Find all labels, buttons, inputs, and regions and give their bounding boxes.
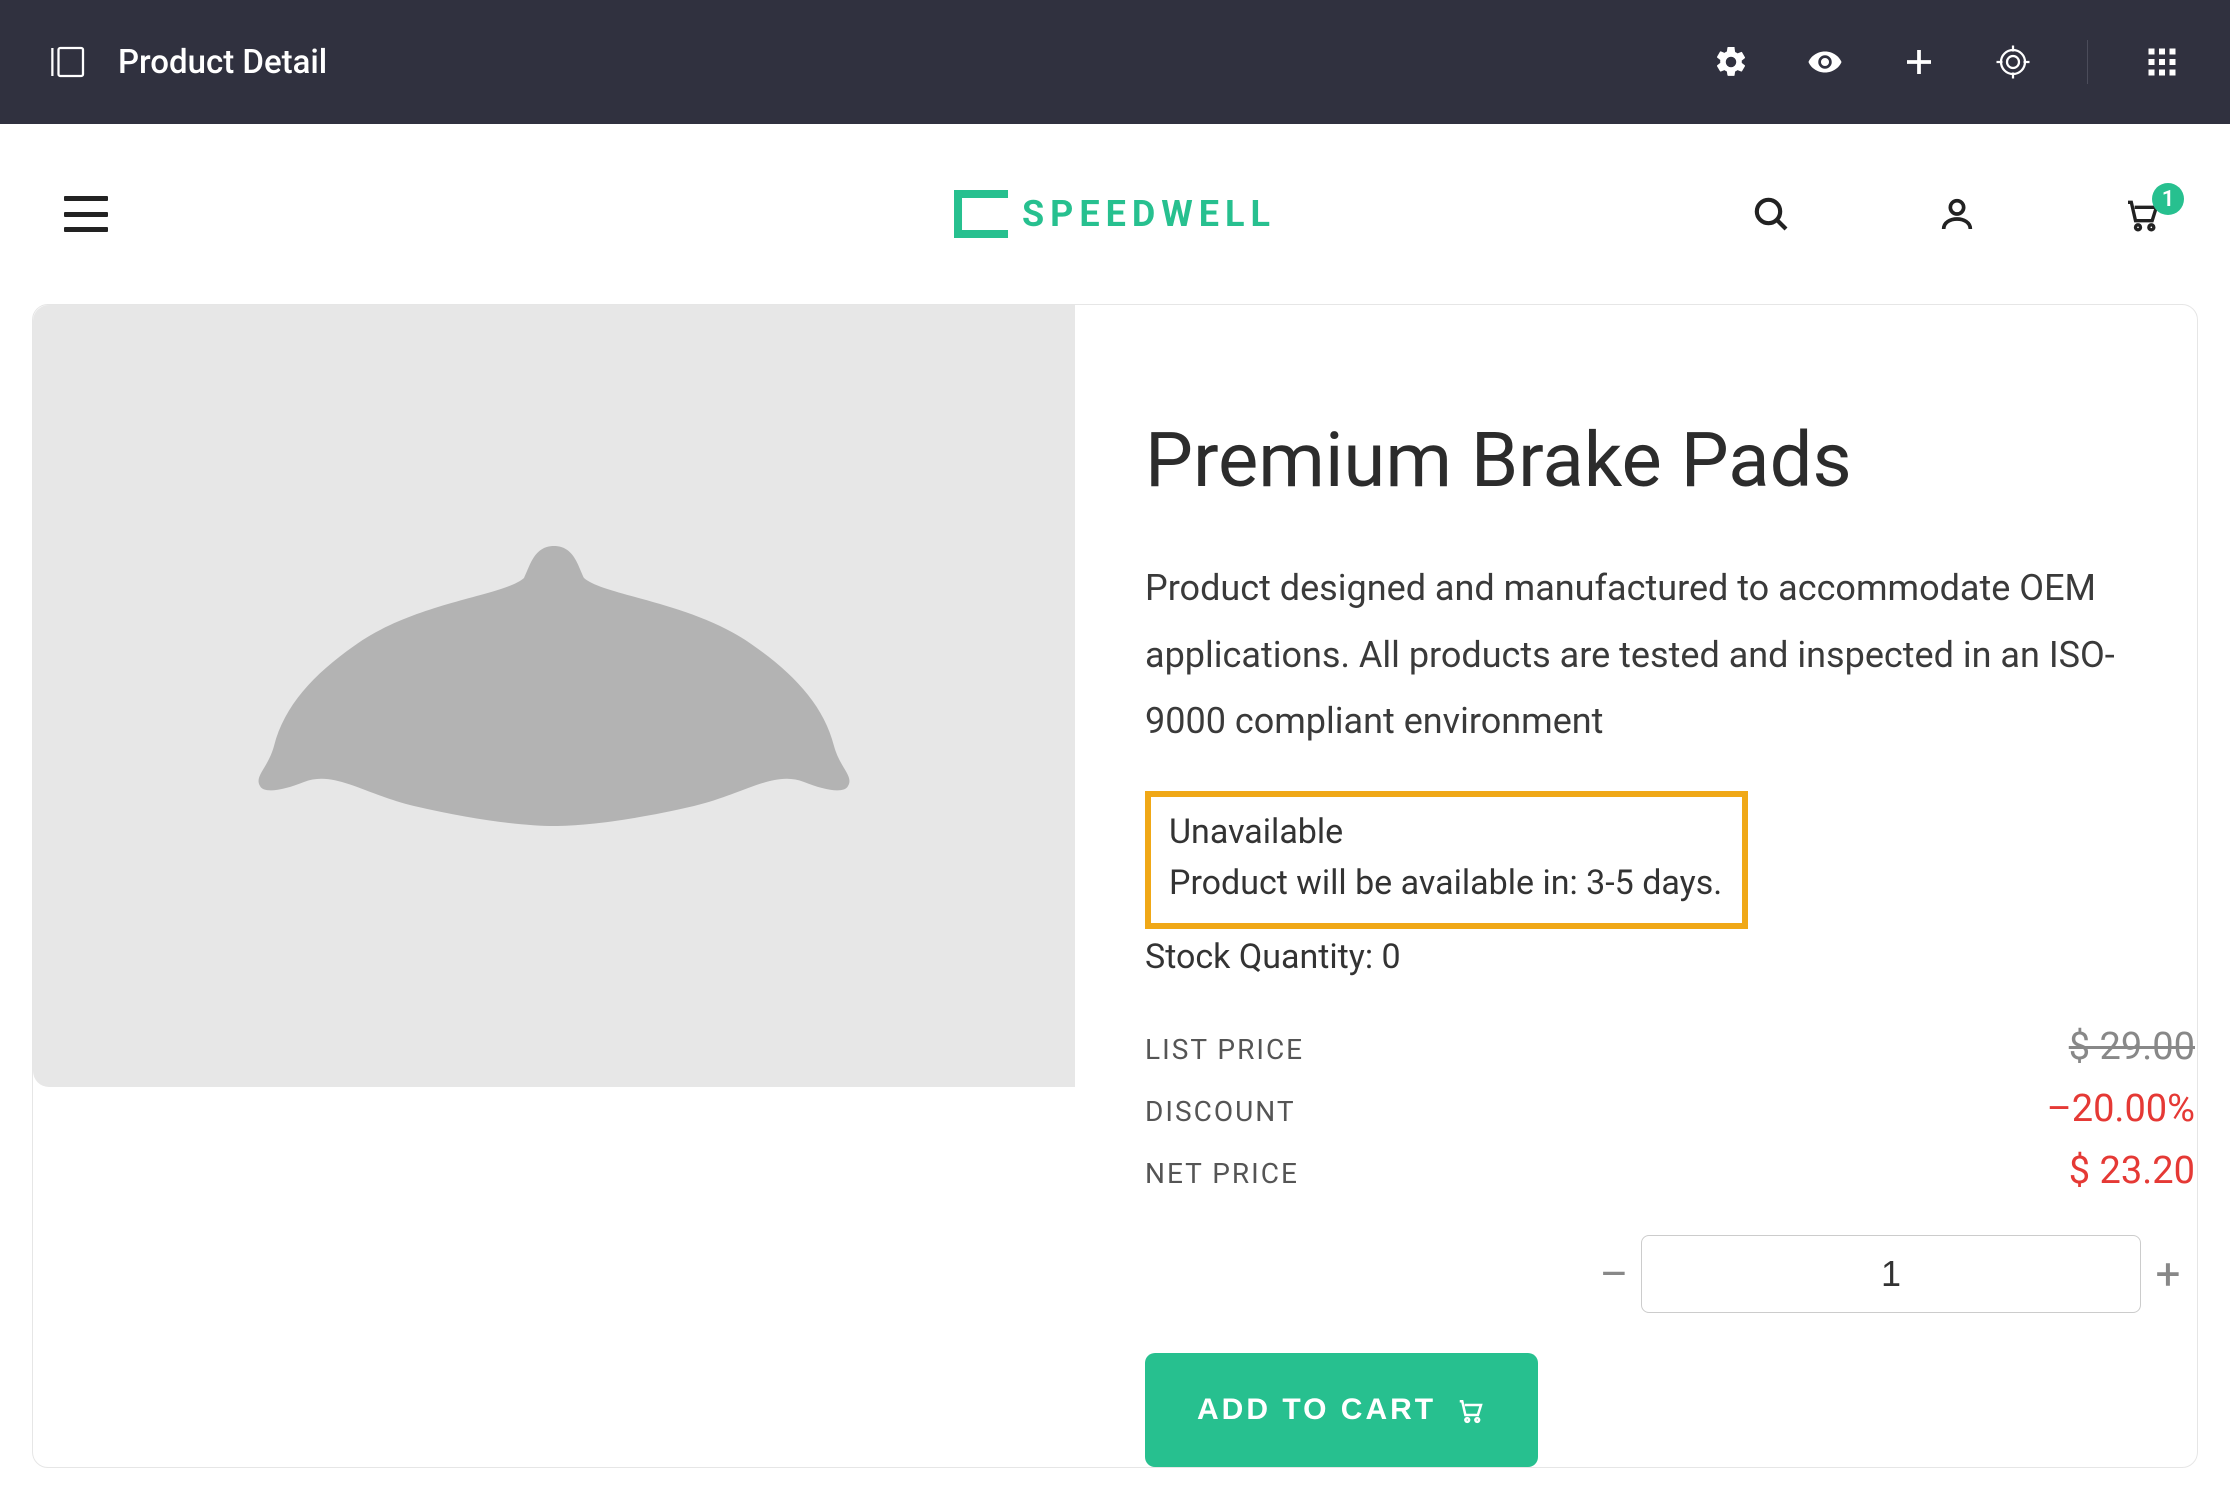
admin-bar: Product Detail [0, 0, 2230, 124]
availability-eta: Product will be available in: 3-5 days. [1169, 858, 1722, 909]
site-header: SPEEDWELL 1 [0, 124, 2230, 304]
net-price-label: NET PRICE [1145, 1157, 1299, 1190]
list-price-label: LIST PRICE [1145, 1033, 1304, 1066]
brand-mark-icon [954, 190, 1008, 238]
list-price-value: $ 29.00 [2069, 1025, 2195, 1069]
menu-icon[interactable] [64, 192, 108, 236]
net-price-value: $ 23.20 [2069, 1149, 2195, 1193]
discount-row: DISCOUNT –20.00% [1145, 1087, 2195, 1131]
preview-icon[interactable] [1805, 42, 1845, 82]
admin-divider [2087, 40, 2088, 84]
availability-status: Unavailable [1169, 807, 1722, 858]
search-icon[interactable] [1748, 191, 1794, 237]
brand-name: SPEEDWELL [1022, 193, 1276, 235]
quantity-input[interactable] [1641, 1235, 2141, 1313]
settings-icon[interactable] [1711, 42, 1751, 82]
add-to-cart-button[interactable]: ADD TO CART [1145, 1353, 1538, 1467]
cart-icon[interactable]: 1 [2120, 191, 2166, 237]
panel-toggle-icon[interactable] [48, 41, 90, 83]
admin-page-title: Product Detail [118, 43, 327, 82]
cart-count-badge: 1 [2152, 183, 2184, 215]
target-icon[interactable] [1993, 42, 2033, 82]
net-price-row: NET PRICE $ 23.20 [1145, 1149, 2195, 1193]
product-description: Product designed and manufactured to acc… [1145, 555, 2195, 755]
brand-logo[interactable]: SPEEDWELL [954, 190, 1276, 238]
list-price-row: LIST PRICE $ 29.00 [1145, 1025, 2195, 1069]
discount-label: DISCOUNT [1145, 1095, 1296, 1128]
availability-highlight: Unavailable Product will be available in… [1145, 791, 1748, 929]
product-title: Premium Brake Pads [1145, 415, 2197, 505]
account-icon[interactable] [1934, 191, 1980, 237]
product-card: Premium Brake Pads Product designed and … [32, 304, 2198, 1468]
discount-value: –20.00% [2047, 1087, 2195, 1131]
add-to-cart-label: ADD TO CART [1197, 1393, 1436, 1427]
quantity-increase-button[interactable]: + [2141, 1247, 2195, 1301]
apps-grid-icon[interactable] [2142, 42, 2182, 82]
add-icon[interactable] [1899, 42, 1939, 82]
product-image [33, 305, 1075, 1087]
quantity-decrease-button[interactable]: – [1587, 1247, 1641, 1301]
cart-small-icon [1456, 1395, 1486, 1425]
stock-quantity: Stock Quantity: 0 [1145, 937, 2197, 977]
